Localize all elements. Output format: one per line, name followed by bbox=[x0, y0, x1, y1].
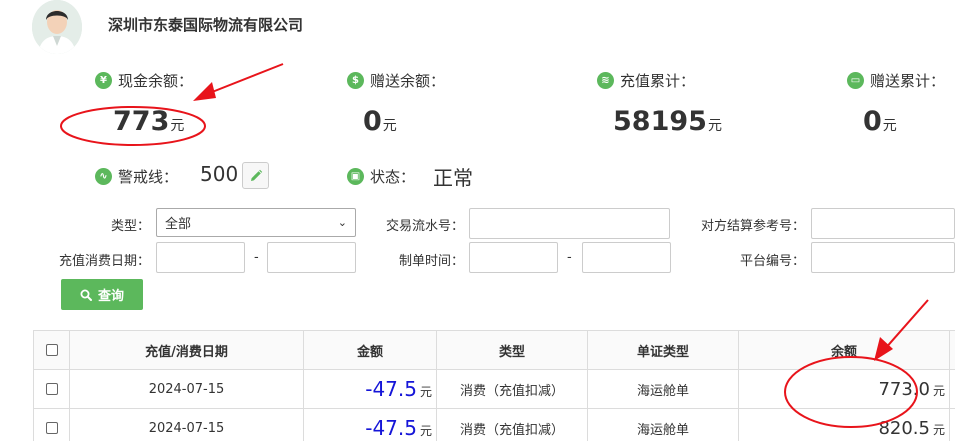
gift-total-value: 0 bbox=[863, 106, 882, 137]
pencil-icon bbox=[250, 169, 262, 181]
warning-line-label: 警戒线： bbox=[118, 168, 179, 186]
table-row: 2024-07-15 -47.5元 消费（充值扣减） 海运舱单 773.0元 5 bbox=[33, 369, 955, 409]
cash-balance-value-group: 773元 bbox=[113, 106, 184, 137]
status-label-group: ▣ 状态： bbox=[347, 166, 415, 187]
txn-no-label: 交易流水号： bbox=[385, 219, 464, 234]
row-checkbox[interactable] bbox=[45, 422, 58, 434]
row-amount-cell: -47.5 元 bbox=[303, 369, 437, 409]
gift-total-label: 赠送累计： bbox=[870, 72, 946, 90]
row-balance: 773.0 bbox=[878, 378, 930, 400]
row-amount: -47.5 bbox=[365, 377, 417, 401]
row-doc-type: 海运舱单 bbox=[587, 408, 739, 441]
warning-line-label-group: ∿ 警戒线： bbox=[95, 166, 178, 187]
card-icon: ▭ bbox=[847, 72, 864, 89]
row-balance-cell: 773.0 元 bbox=[738, 369, 950, 409]
row-select-cell bbox=[33, 408, 70, 441]
date-end-input[interactable] bbox=[267, 242, 356, 273]
query-button[interactable]: 查询 bbox=[61, 279, 143, 310]
recharge-total-value: 58195 bbox=[613, 106, 707, 137]
row-doc-type: 海运舱单 bbox=[587, 369, 739, 409]
platform-no-label: 平台编号： bbox=[739, 254, 805, 269]
row-amount-unit: 元 bbox=[419, 385, 432, 399]
gift-total-unit: 元 bbox=[882, 118, 897, 134]
status-label: 状态： bbox=[370, 168, 416, 186]
chevron-down-icon: ⌄ bbox=[337, 216, 347, 229]
cash-balance-label: 现金余额： bbox=[118, 72, 194, 90]
annotation-arrowhead-cash-balance bbox=[193, 82, 216, 101]
avatar bbox=[32, 0, 82, 54]
row-amount: -47.5 bbox=[365, 416, 417, 440]
date-range-dash: - bbox=[254, 250, 259, 265]
gift-total-value-group: 0元 bbox=[863, 106, 897, 137]
row-type: 消费（充值扣减） bbox=[436, 369, 588, 409]
txn-no-input[interactable] bbox=[469, 208, 670, 239]
row-balance: 820.5 bbox=[878, 417, 930, 439]
cash-icon: ≋ bbox=[597, 72, 614, 89]
created-time-label: 制单时间： bbox=[398, 254, 464, 269]
briefcase-icon: ▣ bbox=[347, 168, 364, 185]
row-type: 消费（充值扣减） bbox=[436, 408, 588, 441]
gift-balance-label: 赠送余额： bbox=[370, 72, 446, 90]
column-header-balance[interactable]: 余额 bbox=[738, 330, 950, 370]
row-extra: 5 bbox=[949, 408, 955, 441]
recharge-total-label: 充值累计： bbox=[620, 72, 696, 90]
gift-balance-unit: 元 bbox=[382, 118, 397, 134]
transactions-table: 充值/消费日期 金额 类型 单证类型 余额 2024-07-15 -47.5 元 … bbox=[33, 330, 955, 441]
cash-balance-unit: 元 bbox=[170, 118, 185, 134]
row-date: 2024-07-15 bbox=[69, 408, 304, 441]
date-filter-label: 充值消费日期： bbox=[58, 254, 150, 269]
annotation-arrow-cash-balance bbox=[201, 63, 284, 97]
recharge-total-value-group: 58195元 bbox=[613, 106, 722, 137]
gift-balance-label-group: $ 赠送余额： bbox=[347, 70, 445, 91]
table-row: 2024-07-15 -47.5元 消费（充值扣减） 海运舱单 820.5元 5 bbox=[33, 408, 955, 441]
recharge-total-label-group: ≋ 充值累计： bbox=[597, 70, 695, 91]
column-header-extra bbox=[949, 330, 955, 370]
edit-warning-line-button[interactable] bbox=[242, 162, 269, 189]
row-amount-cell: -47.5 元 bbox=[303, 408, 437, 441]
column-header-type[interactable]: 类型 bbox=[436, 330, 588, 370]
row-extra: 5 bbox=[949, 369, 955, 409]
date-start-input[interactable] bbox=[156, 242, 245, 273]
status-value: 正常 bbox=[433, 166, 473, 190]
row-balance-unit: 元 bbox=[932, 422, 945, 437]
column-header-date[interactable]: 充值/消费日期 bbox=[69, 330, 304, 370]
query-button-label: 查询 bbox=[97, 289, 124, 304]
created-time-dash: - bbox=[567, 250, 572, 265]
row-checkbox[interactable] bbox=[45, 383, 58, 395]
warning-line-value: 500 bbox=[200, 162, 239, 186]
company-name: 深圳市东泰国际物流有限公司 bbox=[108, 16, 304, 34]
column-header-amount[interactable]: 金额 bbox=[303, 330, 437, 370]
money-bag-icon: $ bbox=[347, 72, 364, 89]
type-select[interactable]: 全部 ⌄ bbox=[156, 208, 356, 237]
gift-balance-value-group: 0元 bbox=[363, 106, 397, 137]
type-select-value: 全部 bbox=[165, 217, 192, 232]
search-icon bbox=[80, 289, 92, 301]
recharge-total-unit: 元 bbox=[707, 118, 722, 134]
row-balance-unit: 元 bbox=[932, 383, 945, 398]
gift-total-label-group: ▭ 赠送累计： bbox=[847, 70, 945, 91]
row-amount-unit: 元 bbox=[419, 424, 432, 438]
counterparty-ref-input[interactable] bbox=[811, 208, 955, 239]
pulse-icon: ∿ bbox=[95, 168, 112, 185]
platform-no-input[interactable] bbox=[811, 242, 955, 273]
column-header-doc-type[interactable]: 单证类型 bbox=[587, 330, 739, 370]
table-header-row: 充值/消费日期 金额 类型 单证类型 余额 bbox=[33, 330, 955, 370]
row-date: 2024-07-15 bbox=[69, 369, 304, 409]
row-select-cell bbox=[33, 369, 70, 409]
select-all-checkbox[interactable] bbox=[45, 344, 58, 356]
counterparty-ref-label: 对方结算参考号： bbox=[700, 219, 805, 234]
created-time-start-input[interactable] bbox=[469, 242, 558, 273]
created-time-end-input[interactable] bbox=[582, 242, 671, 273]
cash-balance-value: 773 bbox=[113, 106, 170, 137]
yen-icon: ¥ bbox=[95, 72, 112, 89]
cash-balance-label-group: ¥ 现金余额： bbox=[95, 70, 193, 91]
type-filter-label: 类型： bbox=[110, 219, 150, 234]
gift-balance-value: 0 bbox=[363, 106, 382, 137]
row-balance-cell: 820.5 元 bbox=[738, 408, 950, 441]
select-all-cell bbox=[33, 330, 70, 370]
